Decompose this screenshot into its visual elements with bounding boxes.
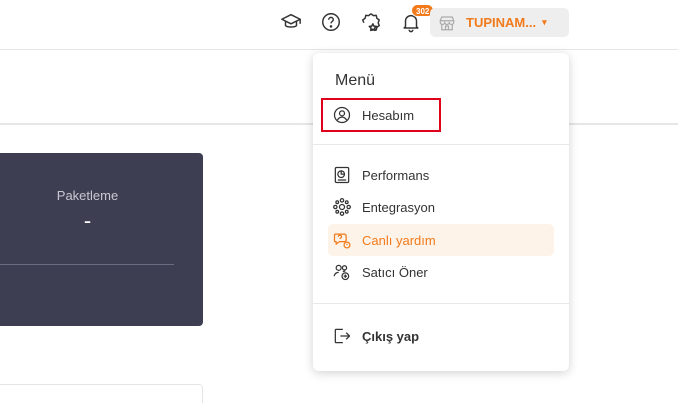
menu-item-performance[interactable]: Performans xyxy=(328,159,554,191)
top-bar: 302 TUPINAM... ▾ xyxy=(0,0,678,50)
integration-icon xyxy=(332,197,352,217)
badge-star-icon[interactable] xyxy=(360,11,382,33)
chevron-down-icon: ▾ xyxy=(542,17,547,27)
help-icon[interactable] xyxy=(320,11,342,33)
user-dropdown-menu: Menü Hesabım Performans Entegrasyon Canl… xyxy=(313,53,569,371)
stats-card-title: Paketleme xyxy=(56,188,119,203)
live-help-icon xyxy=(332,230,352,250)
stats-card-divider xyxy=(0,264,174,265)
content-panel xyxy=(0,384,203,403)
store-menu-button[interactable]: TUPINAM... ▾ xyxy=(430,8,569,37)
store-name: TUPINAM... xyxy=(466,15,537,30)
stats-card: Paketleme - xyxy=(0,153,203,326)
menu-item-label: Satıcı Öner xyxy=(362,264,428,280)
stats-card-value: - xyxy=(83,208,92,233)
menu-item-refer-seller[interactable]: Satıcı Öner xyxy=(328,256,554,288)
highlight-box xyxy=(321,98,441,132)
store-icon xyxy=(438,14,456,32)
menu-item-logout[interactable]: Çıkış yap xyxy=(328,320,554,352)
menu-item-label: Canlı yardım xyxy=(362,232,436,248)
graduation-cap-icon[interactable] xyxy=(280,11,302,33)
menu-item-label: Çıkış yap xyxy=(362,328,420,344)
menu-item-integration[interactable]: Entegrasyon xyxy=(328,191,554,223)
menu-item-live-help[interactable]: Canlı yardım xyxy=(328,224,554,256)
performance-icon xyxy=(332,165,352,185)
menu-divider xyxy=(313,303,569,304)
menu-item-label: Entegrasyon xyxy=(362,199,435,215)
logout-icon xyxy=(332,326,352,346)
add-user-icon xyxy=(332,262,352,282)
menu-divider xyxy=(313,144,569,145)
menu-title: Menü xyxy=(335,72,376,89)
menu-item-label: Performans xyxy=(362,167,430,183)
